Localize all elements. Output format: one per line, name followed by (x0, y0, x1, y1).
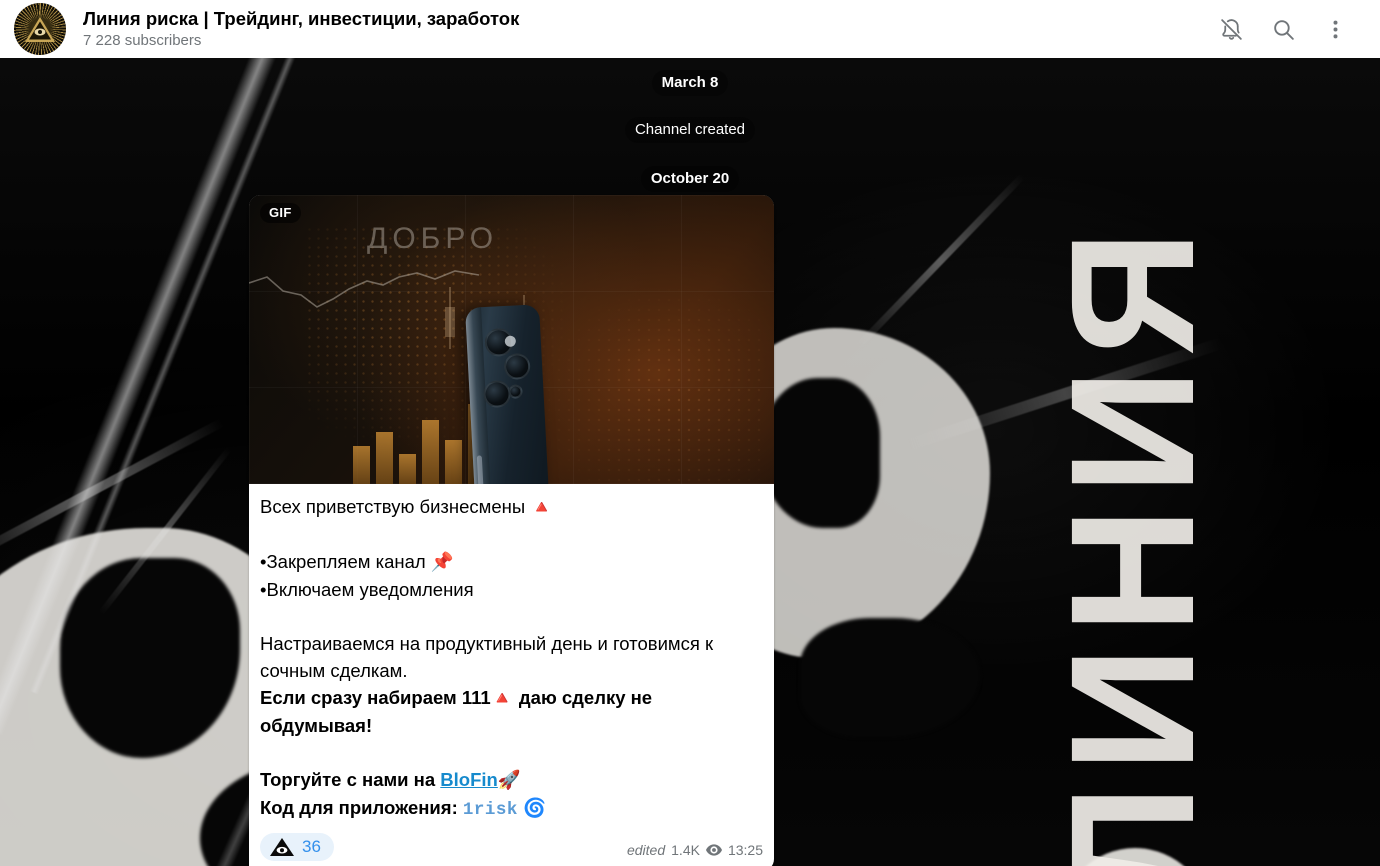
search-icon[interactable] (1270, 16, 1296, 42)
avatar[interactable] (14, 3, 66, 55)
text-line-bullet-1: •Закрепляем канал 📌 (260, 548, 760, 576)
date-separator-october: October 20 (0, 166, 1380, 192)
text-line-code: Код для приложения: 1risk 🌀 (260, 794, 760, 824)
phone-lens (482, 379, 512, 409)
rocket-emoji: 🚀 (497, 770, 521, 791)
media-candle (445, 307, 455, 337)
text-line-paragraph-1: Настраиваемся на продуктивный день и гот… (260, 633, 714, 681)
subscriber-count: 7 228 subscribers (83, 32, 202, 49)
trade-pre: Торгуйте с нами на (260, 769, 441, 790)
media-overlay-text: ДОБРО (367, 222, 499, 255)
date-label[interactable]: March 8 (651, 70, 729, 96)
text-line-trade: Торгуйте с нами на BloFin🚀 (260, 766, 760, 794)
gif-badge: GIF (260, 203, 301, 223)
message-time: 13:25 (727, 842, 763, 858)
chat-scroll-area[interactable]: ЛИНИЯ March 8 Channel created October 20 (0, 58, 1380, 866)
service-message-channel-created: Channel created (0, 117, 1380, 143)
text-spacer (260, 603, 760, 630)
phone-camera-module (478, 327, 539, 426)
eye-icon (705, 844, 722, 856)
header-actions (1218, 16, 1348, 42)
message: ДОБРО GIF Всех приветствую бизнесмены 🔺 … (249, 195, 774, 866)
phone-flash (504, 335, 517, 348)
media-dot-pattern (534, 285, 764, 484)
text-line-greeting: Всех приветствую бизнесмены 🔺 (260, 493, 760, 521)
bullet1-text: •Закрепляем канал (260, 551, 426, 572)
blofin-link[interactable]: BloFin (440, 769, 498, 790)
wallpaper-shape (760, 378, 880, 528)
text-spacer (260, 521, 760, 548)
mute-icon[interactable] (1218, 16, 1244, 42)
message-footer: 36 edited 1.4K 13:25 (249, 824, 774, 866)
pyramid-emoji: 🔺 (530, 497, 554, 518)
date-separator-march: March 8 (0, 70, 1380, 96)
view-count: 1.4K (671, 842, 700, 858)
edited-label: edited (626, 842, 666, 858)
header-text-block[interactable]: Линия риска | Трейдинг, инвестиции, зара… (83, 7, 1218, 51)
service-label: Channel created (624, 117, 756, 143)
greeting-text: Всех приветствую бизнесмены (260, 496, 526, 517)
message-meta: edited 1.4K 13:25 (627, 841, 763, 861)
promo-code-value[interactable]: 1risk (463, 800, 518, 820)
chat-header: Линия риска | Трейдинг, инвестиции, зара… (0, 0, 1380, 58)
message-text: Всех приветствую бизнесмены 🔺 •Закрепляе… (249, 484, 774, 824)
text-line-paragraph-2: Если сразу набираем 111🔺 даю сделку не о… (260, 684, 760, 739)
avatar-pupil (38, 30, 42, 35)
phone-lens (508, 384, 523, 399)
message-media-gif[interactable]: ДОБРО GIF (249, 195, 774, 484)
telegram-channel-view: Линия риска | Трейдинг, инвестиции, зара… (0, 0, 1380, 866)
phone-lens (503, 352, 531, 381)
media-phone-object (465, 304, 551, 484)
more-menu-icon[interactable] (1322, 16, 1348, 42)
code-pre: Код для приложения: (260, 797, 463, 818)
reaction-button[interactable]: 36 (260, 833, 334, 861)
para2-pre: Если сразу набираем 111 (260, 687, 491, 708)
text-line-bullet-2: •Включаем уведомления (260, 579, 474, 600)
swirl-emoji: 🌀 (523, 798, 547, 819)
text-spacer (260, 739, 760, 766)
pyramid-eye-emoji: 🔺 (490, 688, 514, 709)
pushpin-emoji: 📌 (430, 552, 454, 573)
date-label[interactable]: October 20 (640, 166, 740, 192)
pyramid-eye-emoji (270, 838, 294, 856)
channel-title: Линия риска | Трейдинг, инвестиции, зара… (83, 8, 520, 29)
reaction-count: 36 (302, 837, 321, 856)
message-bubble[interactable]: ДОБРО GIF Всех приветствую бизнесмены 🔺 … (249, 195, 774, 866)
